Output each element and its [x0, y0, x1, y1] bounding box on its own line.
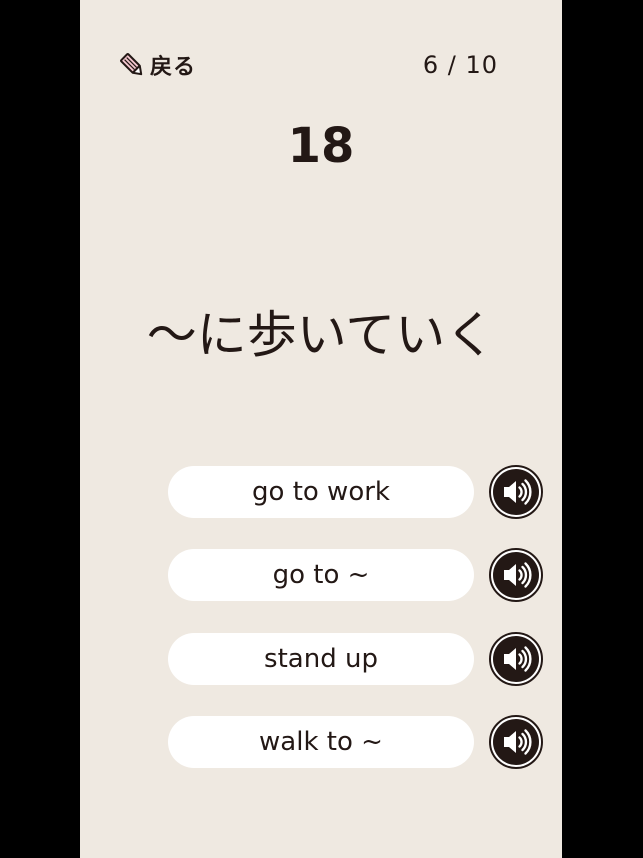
quiz-screen: 戻る 6 / 10 18 〜に歩いていく go to work go to ~: [80, 0, 562, 858]
answer-option-1[interactable]: go to work: [168, 466, 474, 518]
answer-row: go to ~: [168, 547, 544, 603]
question-prompt: 〜に歩いていく: [146, 306, 496, 364]
answer-row: walk to ~: [168, 714, 544, 770]
question-number: 18: [287, 118, 355, 174]
answer-row: go to work: [168, 464, 544, 520]
pencil-icon: [118, 51, 146, 79]
speaker-icon[interactable]: [488, 547, 544, 603]
answer-option-4[interactable]: walk to ~: [168, 716, 474, 768]
back-button[interactable]: 戻る: [118, 50, 196, 80]
progress-counter: 6 / 10: [422, 51, 498, 79]
answer-option-2[interactable]: go to ~: [168, 549, 474, 601]
answer-row: stand up: [168, 631, 544, 687]
back-label: 戻る: [150, 55, 197, 80]
speaker-icon[interactable]: [488, 464, 544, 520]
speaker-icon[interactable]: [488, 714, 544, 770]
answer-option-3[interactable]: stand up: [168, 633, 474, 685]
speaker-icon[interactable]: [488, 631, 544, 687]
